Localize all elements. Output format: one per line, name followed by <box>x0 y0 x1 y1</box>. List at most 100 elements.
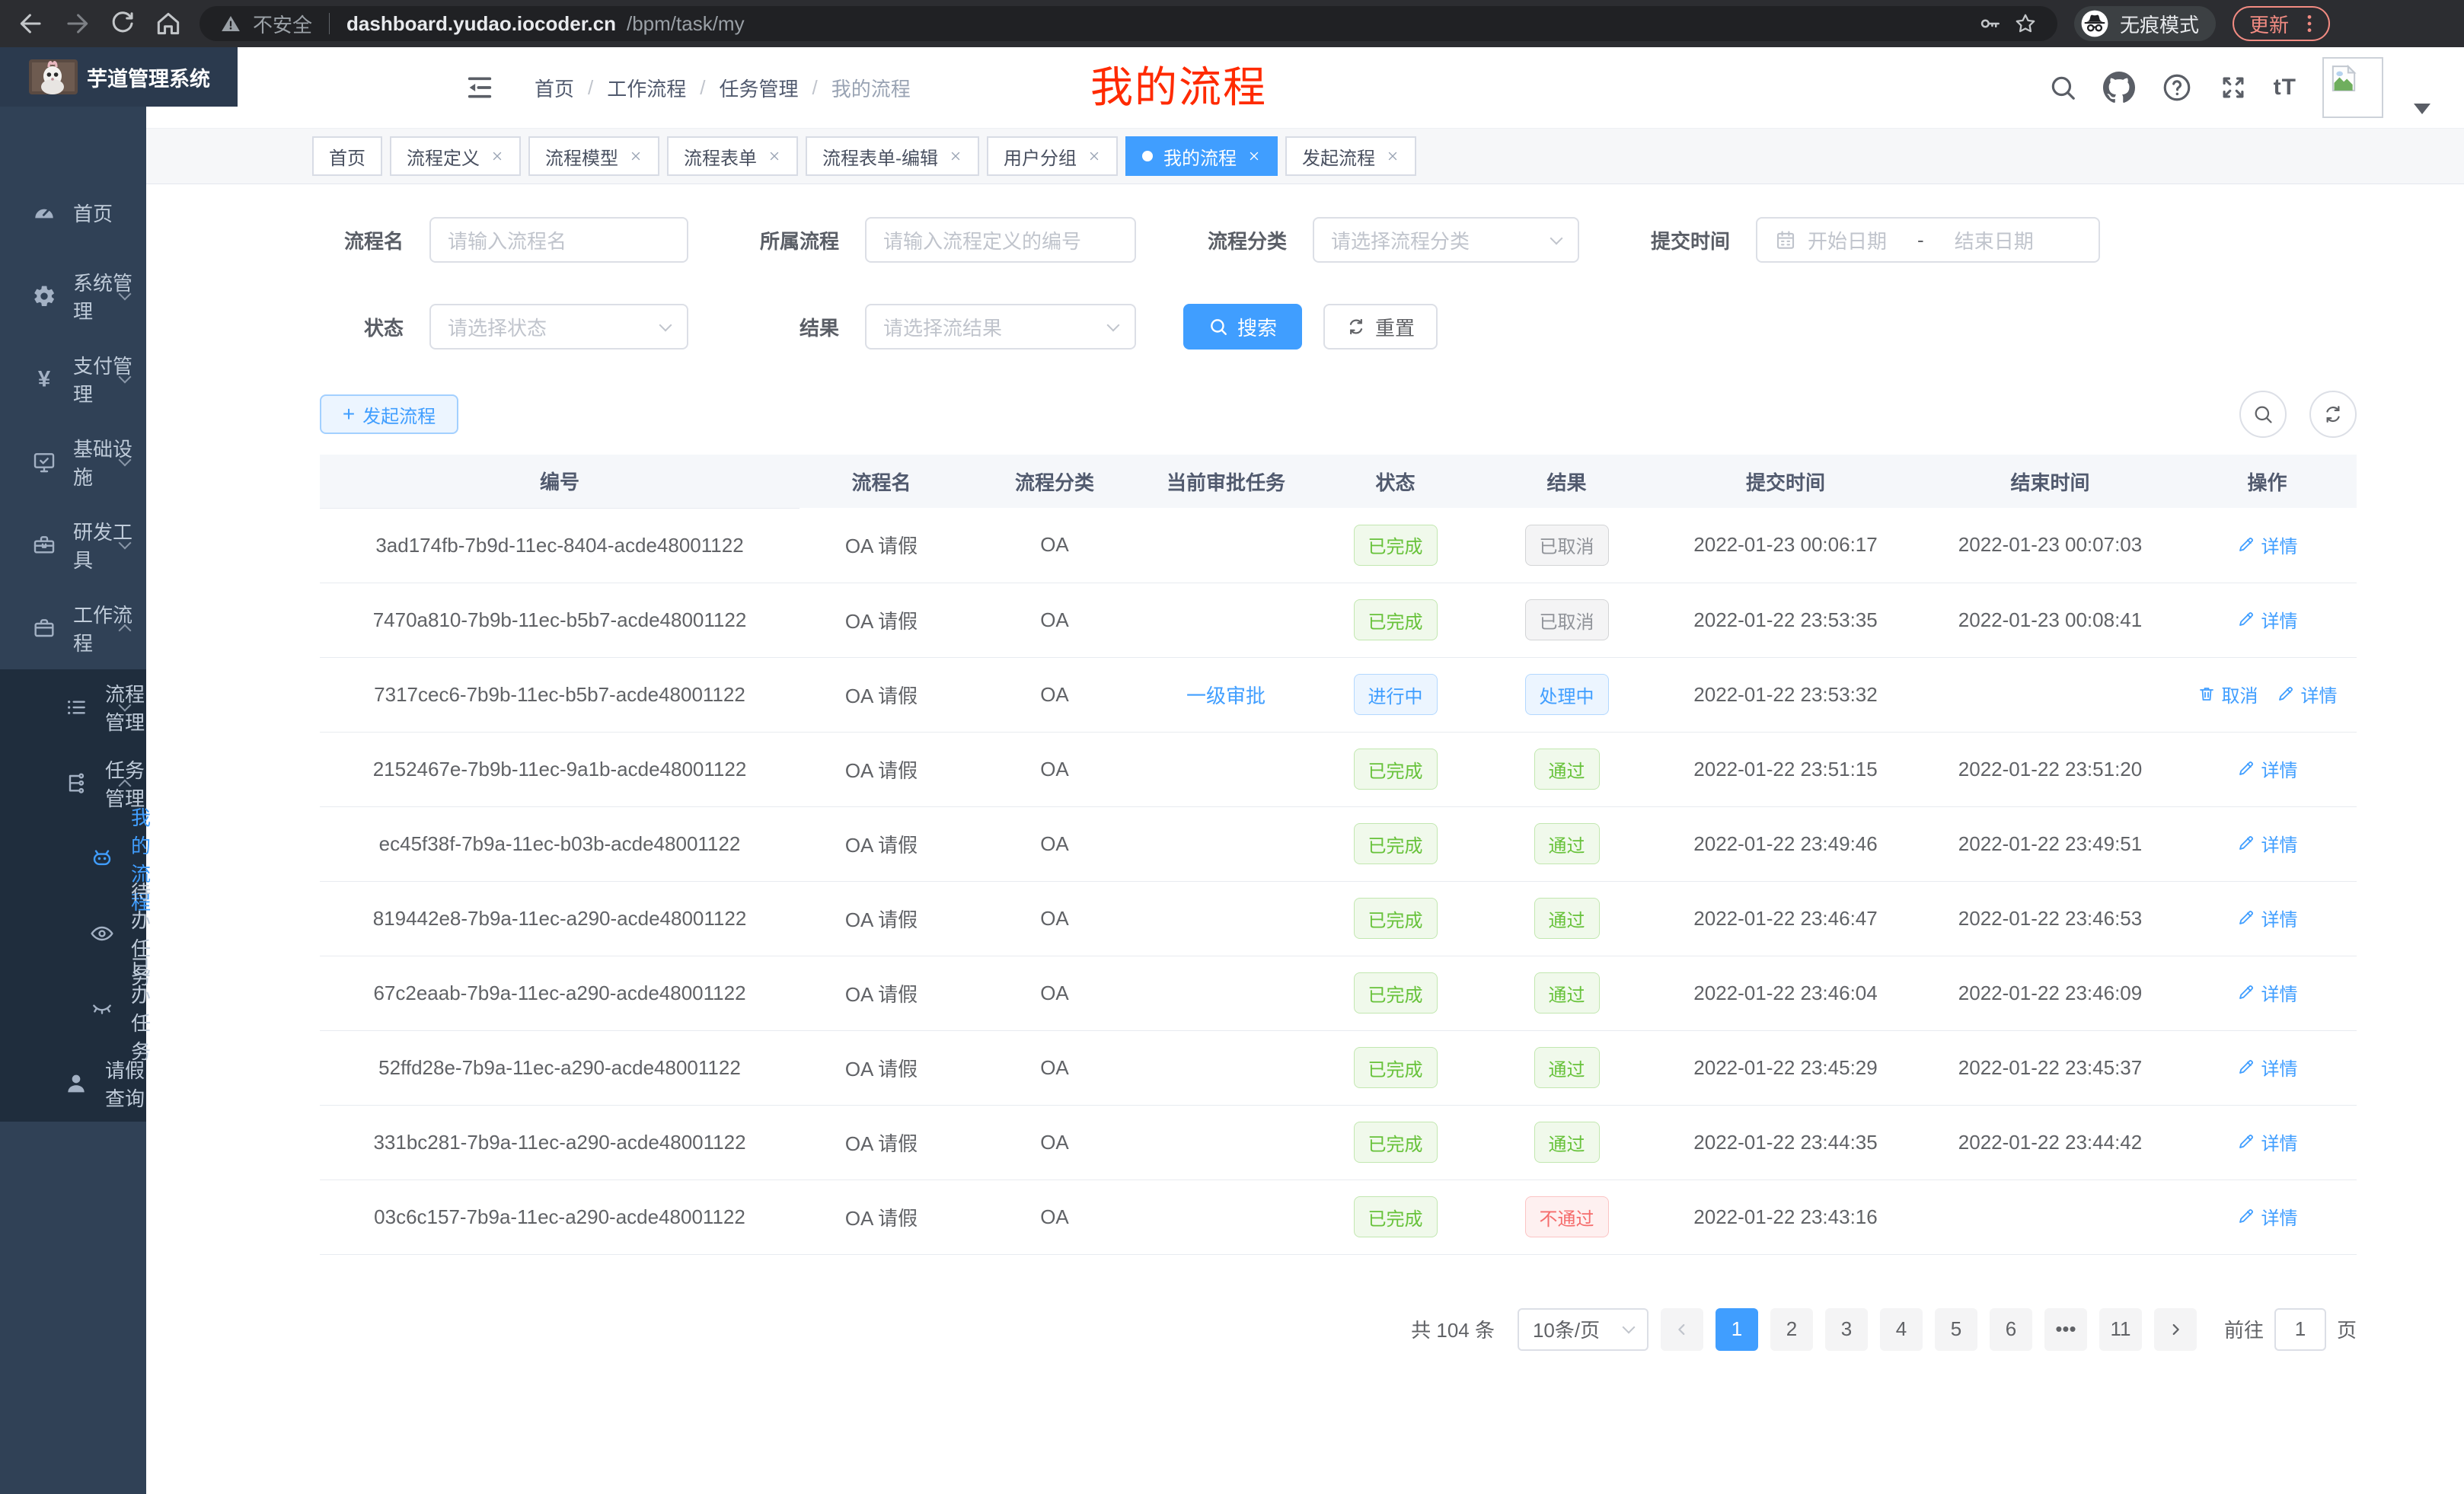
security-label: 不安全 <box>253 10 312 38</box>
category-select[interactable]: 请选择流程分类 <box>1313 217 1579 263</box>
sidebar-item-leave-query[interactable]: 请假查询 <box>0 1045 146 1122</box>
refresh-table-button[interactable] <box>2309 391 2357 438</box>
tab-home[interactable]: 首页 <box>312 136 382 176</box>
page-button-5[interactable]: 5 <box>1935 1308 1977 1351</box>
breadcrumb-separator: / <box>812 76 818 100</box>
prev-page-button[interactable] <box>1661 1308 1703 1351</box>
breadcrumb-item[interactable]: 工作流程 <box>607 74 686 102</box>
pen-icon <box>2237 834 2255 852</box>
filter-row-2: 状态 请选择状态 结果 请选择流结果 搜索 重置 <box>320 304 2357 350</box>
app-logo[interactable]: 芋道管理系统 <box>0 47 238 107</box>
fullscreen-icon[interactable] <box>2219 73 2248 102</box>
page-button-6[interactable]: 6 <box>1990 1308 2032 1351</box>
font-size-icon[interactable]: tT <box>2274 75 2296 101</box>
sidebar-item-devtools[interactable]: 研发工具 <box>0 503 146 586</box>
cell-current-task <box>1146 732 1306 806</box>
goto-page-input[interactable] <box>2274 1308 2326 1351</box>
avatar-caret-icon[interactable] <box>2414 104 2430 114</box>
status-badge: 已完成 <box>1354 1196 1438 1237</box>
page-size-select[interactable]: 10条/页 <box>1518 1308 1649 1351</box>
page-button-11[interactable]: 11 <box>2099 1308 2142 1351</box>
cell-current-task <box>1146 806 1306 881</box>
date-range-picker[interactable]: 开始日期 - 结束日期 <box>1756 217 2100 263</box>
forward-icon[interactable] <box>62 9 91 38</box>
sidebar-item-home[interactable]: 首页 <box>0 171 146 254</box>
back-icon[interactable] <box>17 9 46 38</box>
sidebar-item-system[interactable]: 系统管理 <box>0 254 146 337</box>
page-button-1[interactable]: 1 <box>1716 1308 1758 1351</box>
sidebar-item-workflow[interactable]: 工作流程 <box>0 586 146 669</box>
cell-result: 通过 <box>1485 806 1649 881</box>
date-start-placeholder: 开始日期 <box>1808 226 1887 254</box>
more-pages-button[interactable]: ••• <box>2044 1308 2087 1351</box>
cell-submit-time: 2022-01-22 23:53:32 <box>1649 657 1923 732</box>
row-action-detail[interactable]: 详情 <box>2237 606 2298 633</box>
breadcrumb-item[interactable]: 首页 <box>535 74 574 102</box>
sidebar-item-infrastructure[interactable]: 基础设施 <box>0 420 146 503</box>
next-page-button[interactable] <box>2154 1308 2197 1351</box>
sidebar-item-todo-tasks[interactable]: 待办任务 <box>0 896 146 971</box>
sidebar-item-my-process[interactable]: 我的流程 <box>0 822 146 896</box>
row-action-cancel[interactable]: 取消 <box>2197 681 2258 707</box>
sidebar-fold-icon[interactable] <box>464 72 495 103</box>
bookmark-star-icon[interactable] <box>2013 11 2038 36</box>
table-toolbar: + 发起流程 <box>320 391 2357 438</box>
row-action-detail[interactable]: 详情 <box>2237 1203 2298 1230</box>
github-icon[interactable] <box>2103 72 2135 104</box>
browser-update-button[interactable]: 更新 <box>2233 6 2330 41</box>
search-button[interactable]: 搜索 <box>1183 304 1302 350</box>
reload-icon[interactable] <box>108 9 137 38</box>
cell-id: 2152467e-7b9b-11ec-9a1b-acde48001122 <box>320 732 800 806</box>
page-button-3[interactable]: 3 <box>1825 1308 1868 1351</box>
tab-process-form-edit[interactable]: 流程表单-编辑 <box>806 136 979 176</box>
page-button-4[interactable]: 4 <box>1880 1308 1923 1351</box>
row-action-detail[interactable]: 详情 <box>2237 905 2298 931</box>
sidebar-item-process-mgmt[interactable]: 流程管理 <box>0 669 146 745</box>
sidebar-item-payment[interactable]: ¥支付管理 <box>0 337 146 420</box>
task-link[interactable]: 一级审批 <box>1186 685 1266 707</box>
row-action-detail[interactable]: 详情 <box>2237 1054 2298 1081</box>
sidebar-item-done-tasks[interactable]: 已办任务 <box>0 971 146 1045</box>
row-action-detail[interactable]: 详情 <box>2237 979 2298 1006</box>
result-badge: 不通过 <box>1525 1196 1609 1237</box>
avatar[interactable] <box>2322 57 2383 118</box>
reset-button[interactable]: 重置 <box>1323 304 1438 350</box>
result-badge: 通过 <box>1534 1047 1600 1088</box>
tab-start-process[interactable]: 发起流程 <box>1285 136 1416 176</box>
status-select[interactable]: 请选择状态 <box>429 304 688 350</box>
result-select[interactable]: 请选择流结果 <box>865 304 1136 350</box>
column-header: 状态 <box>1306 455 1485 508</box>
cell-result: 已取消 <box>1485 508 1649 583</box>
row-action-detail[interactable]: 详情 <box>2237 755 2298 782</box>
tab-process-definition[interactable]: 流程定义 <box>390 136 521 176</box>
filter-category-label: 流程分类 <box>1173 226 1287 254</box>
sidebar-item-task-mgmt[interactable]: 任务管理 <box>0 745 146 822</box>
cell-end-time: 2022-01-22 23:49:51 <box>1923 806 2178 881</box>
cell-actions: 详情 <box>2178 1030 2357 1105</box>
close-icon <box>768 149 781 163</box>
plus-icon: + <box>343 404 355 425</box>
row-action-detail[interactable]: 详情 <box>2277 681 2338 707</box>
row-action-detail[interactable]: 详情 <box>2237 830 2298 857</box>
process-name-input[interactable]: 请输入流程名 <box>429 217 688 263</box>
chevron-down-icon <box>1107 318 1120 331</box>
key-icon[interactable] <box>1978 11 2003 36</box>
row-action-detail[interactable]: 详情 <box>2237 532 2298 558</box>
row-action-detail[interactable]: 详情 <box>2237 1128 2298 1155</box>
cell-end-time: 2022-01-22 23:46:09 <box>1923 956 2178 1030</box>
address-bar[interactable]: 不安全 dashboard.yudao.iocoder.cn/bpm/task/… <box>199 6 2057 41</box>
tab-process-form[interactable]: 流程表单 <box>667 136 798 176</box>
tab-process-model[interactable]: 流程模型 <box>528 136 659 176</box>
search-icon[interactable] <box>2048 73 2077 102</box>
tab-user-group[interactable]: 用户分组 <box>987 136 1118 176</box>
help-icon[interactable] <box>2161 72 2193 104</box>
show-search-button[interactable] <box>2239 391 2287 438</box>
breadcrumb-item[interactable]: 任务管理 <box>720 74 799 102</box>
tab-my-process[interactable]: 我的流程 <box>1125 136 1278 176</box>
home-icon[interactable] <box>154 9 183 38</box>
kebab-menu-icon[interactable] <box>2301 14 2318 34</box>
page-button-2[interactable]: 2 <box>1770 1308 1813 1351</box>
create-process-button[interactable]: + 发起流程 <box>320 394 458 434</box>
process-table: 编号流程名流程分类当前审批任务状态结果提交时间结束时间操作 3ad174fb-7… <box>320 455 2357 1255</box>
process-definition-input[interactable]: 请输入流程定义的编号 <box>865 217 1136 263</box>
